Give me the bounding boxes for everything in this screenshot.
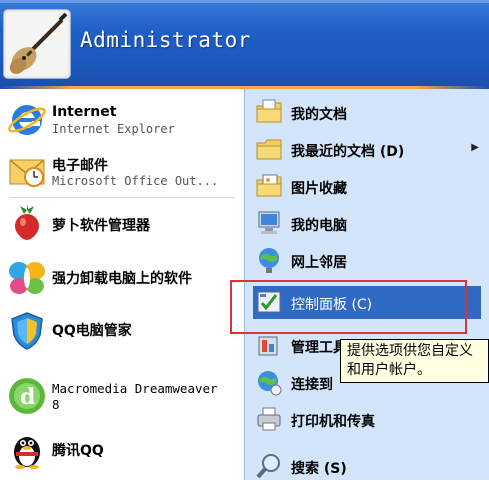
places-item-my-pictures[interactable]: 图片收藏 (253, 170, 481, 203)
guitar-avatar-icon (6, 12, 68, 76)
my-pictures-folder-icon (255, 172, 283, 200)
program-item-qq[interactable]: 腾讯QQ (4, 425, 242, 473)
connect-to-icon (255, 368, 283, 396)
network-places-icon (255, 246, 283, 274)
menu-separator (10, 197, 235, 198)
outlook-mail-icon (6, 150, 48, 192)
program-item-qq-manager[interactable]: QQ电脑管家 (4, 306, 242, 354)
highlight-annotation (230, 280, 467, 334)
printer-fax-icon (255, 405, 283, 433)
qq-manager-shield-icon (6, 309, 48, 351)
user-avatar[interactable] (4, 10, 70, 78)
submenu-arrow-icon: ▶ (471, 142, 479, 153)
programs-pane: Internet Internet Explorer 电子邮件 Microsof… (0, 89, 244, 480)
program-item-dreamweaver[interactable]: d Macromedia Dreamweaver 8 (4, 372, 242, 420)
places-item-my-computer[interactable]: 我的电脑 (253, 207, 481, 240)
internet-explorer-icon (6, 98, 48, 140)
qq-penguin-icon (6, 428, 48, 470)
pinned-item-email[interactable]: 电子邮件 Microsoft Office Out... (4, 147, 242, 195)
places-item-search[interactable]: 搜索 (S) (253, 450, 481, 483)
places-item-recent-documents[interactable]: 我最近的文档 (D) ▶ (253, 133, 481, 166)
program-item-radish[interactable]: 萝卜软件管理器 (4, 201, 242, 249)
radish-icon (6, 204, 48, 246)
places-item-my-documents[interactable]: 我的文档 (253, 96, 481, 129)
svg-text:d: d (20, 384, 35, 410)
my-computer-icon (255, 209, 283, 237)
user-name: Administrator (80, 28, 251, 52)
search-icon (255, 452, 283, 480)
butterfly-icon (6, 257, 48, 299)
my-documents-folder-icon (255, 98, 283, 126)
places-item-network[interactable]: 网上邻居 (253, 244, 481, 277)
dreamweaver-icon: d (6, 375, 48, 417)
recent-documents-folder-icon (255, 135, 283, 163)
program-item-uninstaller[interactable]: 强力卸载电脑上的软件 (4, 254, 242, 302)
pinned-item-internet[interactable]: Internet Internet Explorer (4, 95, 242, 143)
start-menu-header: Administrator (0, 0, 489, 86)
admin-tools-icon (255, 331, 283, 359)
places-item-printers[interactable]: 打印机和传真 (253, 403, 481, 436)
control-panel-tooltip: 提供选项供您自定义 和用户帐户。 (340, 339, 489, 383)
